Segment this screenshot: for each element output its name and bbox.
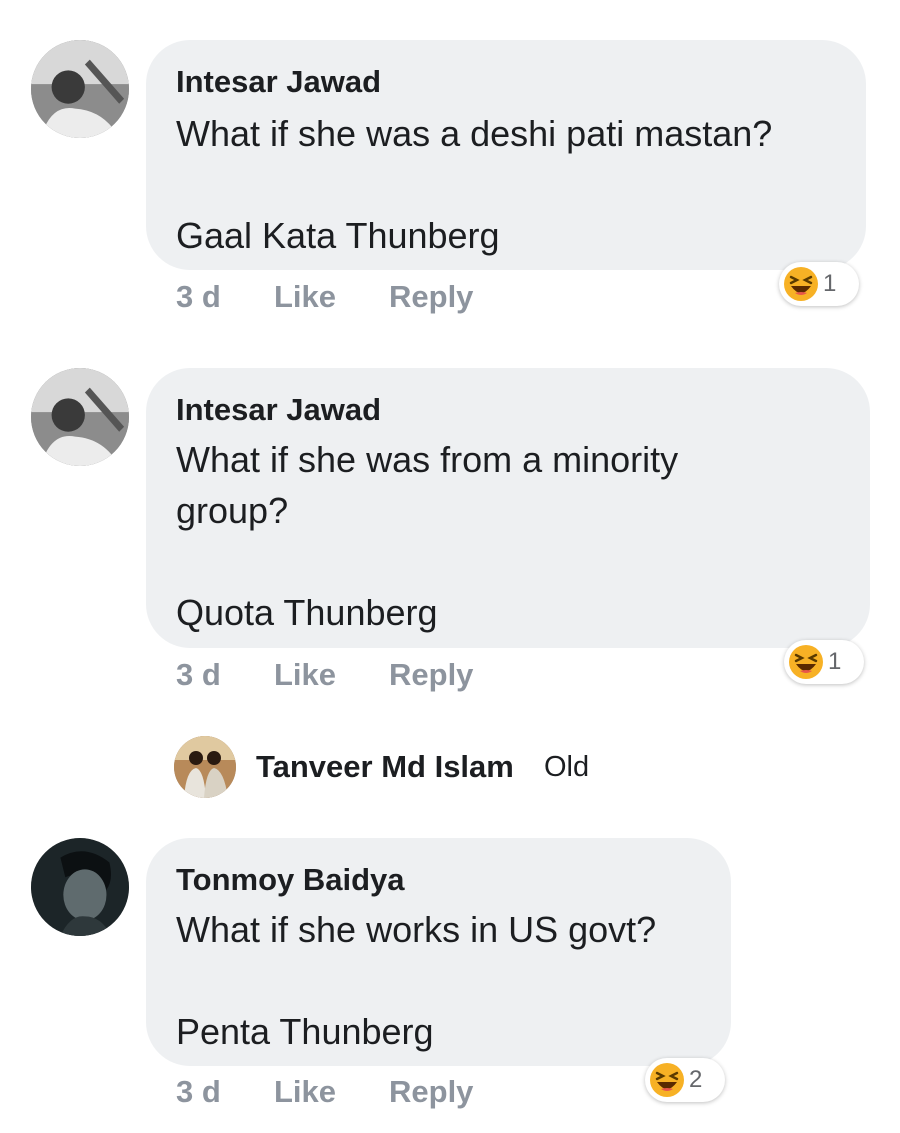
like-button[interactable]: Like	[274, 279, 336, 315]
avatar[interactable]	[174, 736, 236, 798]
avatar[interactable]	[31, 368, 129, 466]
comment-actions: 3 d Like Reply	[0, 657, 900, 697]
like-button[interactable]: Like	[274, 1074, 336, 1110]
comment-bubble: Tonmoy Baidya What if she works in US go…	[146, 838, 731, 1066]
profile-photo-icon	[174, 736, 236, 798]
comment-actions: 3 d Like Reply	[0, 1074, 900, 1114]
comment-timestamp[interactable]: 3 d	[176, 279, 221, 315]
profile-photo-icon	[31, 838, 129, 936]
reply-author[interactable]: Tanveer Md Islam	[256, 749, 514, 785]
comment-text: What if she works in US govt? Penta Thun…	[176, 909, 657, 1052]
comment-bubble: Intesar Jawad What if she was from a min…	[146, 368, 870, 648]
like-button[interactable]: Like	[274, 657, 336, 693]
comment-timestamp[interactable]: 3 d	[176, 657, 221, 693]
reply-button[interactable]: Reply	[389, 279, 473, 315]
comment-bubble: Intesar Jawad What if she was a deshi pa…	[146, 40, 866, 270]
comment-timestamp[interactable]: 3 d	[176, 1074, 221, 1110]
comment-author[interactable]: Intesar Jawad	[176, 64, 836, 100]
reply-text: Old	[544, 751, 590, 783]
comment-text: What if she was a deshi pati mastan? Gaa…	[176, 113, 773, 256]
comment-actions: 3 d Like Reply	[0, 279, 900, 319]
reply-button[interactable]: Reply	[389, 1074, 473, 1110]
avatar[interactable]	[31, 838, 129, 936]
reply-button[interactable]: Reply	[389, 657, 473, 693]
avatar[interactable]	[31, 40, 129, 138]
profile-photo-icon	[31, 368, 129, 466]
comment-author[interactable]: Intesar Jawad	[176, 392, 840, 428]
comment-author[interactable]: Tonmoy Baidya	[176, 862, 701, 898]
comment-text: What if she was from a minority group? Q…	[176, 439, 679, 633]
profile-photo-icon	[31, 40, 129, 138]
